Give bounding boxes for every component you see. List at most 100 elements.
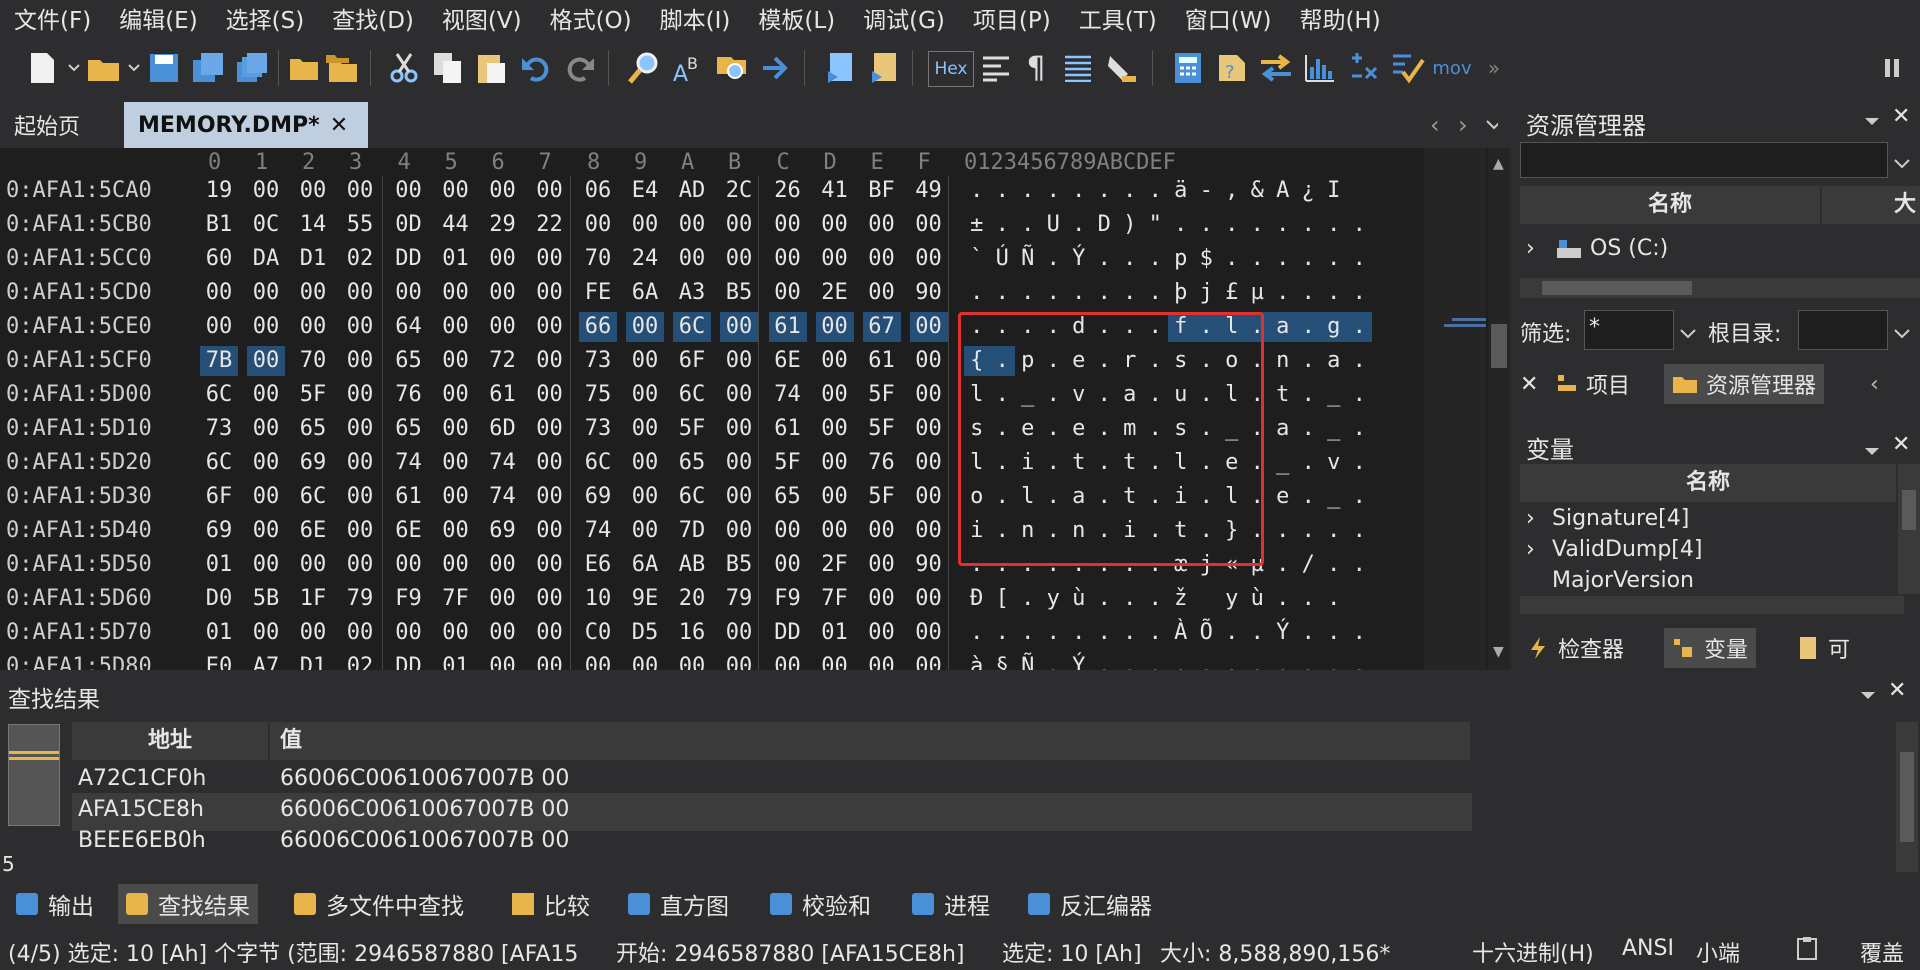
hex-byte[interactable]: 00 xyxy=(531,312,569,342)
hex-byte[interactable]: 00 xyxy=(341,448,379,478)
ascii-char[interactable]: . xyxy=(1270,584,1296,614)
root-dropdown-icon[interactable] xyxy=(1894,324,1910,343)
tool-tab[interactable]: 输出 xyxy=(8,884,102,924)
hex-byte[interactable]: 01 xyxy=(437,244,475,274)
ascii-char[interactable]: . xyxy=(1296,210,1322,240)
hex-byte[interactable]: 00 xyxy=(294,278,332,308)
hex-byte[interactable]: B5 xyxy=(720,550,758,580)
ascii-char[interactable]: . xyxy=(1347,278,1373,308)
hex-byte[interactable]: 00 xyxy=(910,414,948,444)
hex-byte[interactable]: 00 xyxy=(247,618,285,648)
ascii-char[interactable]: n xyxy=(1270,346,1296,376)
ascii-char[interactable]: . xyxy=(1066,210,1092,240)
ascii-char[interactable]: § xyxy=(990,652,1016,670)
hex-byte[interactable]: 00 xyxy=(531,652,569,670)
hex-byte[interactable]: 00 xyxy=(816,380,854,410)
hex-byte[interactable]: 00 xyxy=(437,448,475,478)
hex-byte[interactable]: 6C xyxy=(579,448,617,478)
copy-icon[interactable] xyxy=(428,48,468,88)
hex-byte[interactable]: 00 xyxy=(816,414,854,444)
ascii-char[interactable]: . xyxy=(1270,278,1296,308)
hex-byte[interactable]: 69 xyxy=(294,448,332,478)
hex-byte[interactable]: 6C xyxy=(673,312,711,342)
close-tab-icon[interactable]: ✕ xyxy=(330,113,348,138)
ascii-char[interactable]: - xyxy=(1194,176,1220,206)
hex-byte[interactable]: E6 xyxy=(579,550,617,580)
hex-byte[interactable]: 7D xyxy=(673,516,711,546)
hex-byte[interactable]: 76 xyxy=(390,380,428,410)
hex-byte[interactable]: 20 xyxy=(673,584,711,614)
hex-byte[interactable]: 24 xyxy=(626,244,664,274)
ascii-char[interactable]: . xyxy=(1321,244,1347,274)
ascii-char[interactable]: . xyxy=(1296,482,1322,512)
hex-byte[interactable]: 00 xyxy=(437,380,475,410)
hex-editor-view[interactable]: 0123456789ABCDEF 0123456789ABCDEF 0:AFA1… xyxy=(0,148,1510,670)
ascii-char[interactable]: . xyxy=(1015,210,1041,240)
hex-byte[interactable]: 00 xyxy=(816,652,854,670)
hex-byte[interactable]: 00 xyxy=(626,380,664,410)
hex-byte[interactable]: 06 xyxy=(579,176,617,206)
ascii-char[interactable]: a xyxy=(1321,346,1347,376)
hex-byte[interactable]: 69 xyxy=(200,516,238,546)
scroll-up-icon[interactable]: ▲ xyxy=(1493,156,1505,172)
ascii-char[interactable]: à xyxy=(964,652,990,670)
ascii-char[interactable]: . xyxy=(1219,652,1245,670)
hex-byte[interactable]: 01 xyxy=(816,618,854,648)
hex-byte[interactable]: 5F xyxy=(294,380,332,410)
hex-byte[interactable]: 00 xyxy=(626,346,664,376)
ascii-char[interactable]: µ xyxy=(1245,278,1271,308)
hex-byte[interactable]: 00 xyxy=(390,550,428,580)
hex-byte[interactable]: 00 xyxy=(247,346,285,376)
ascii-char[interactable]: ä xyxy=(1168,176,1194,206)
hex-byte[interactable]: 00 xyxy=(863,210,901,240)
tool-tab[interactable]: 直方图 xyxy=(620,884,737,924)
hex-byte[interactable]: 00 xyxy=(531,618,569,648)
ascii-char[interactable]: a xyxy=(1270,414,1296,444)
ascii-char[interactable]: t xyxy=(1270,380,1296,410)
ascii-char[interactable]: . xyxy=(1041,278,1067,308)
hex-byte[interactable]: 00 xyxy=(484,278,522,308)
ascii-char[interactable]: . xyxy=(1296,346,1322,376)
ascii-char[interactable]: . xyxy=(1296,584,1322,614)
hex-byte[interactable]: 00 xyxy=(720,414,758,444)
hex-byte[interactable]: 26 xyxy=(769,176,807,206)
hex-byte[interactable]: 02 xyxy=(341,652,379,670)
hex-byte[interactable]: 00 xyxy=(579,210,617,240)
hex-byte[interactable]: D5 xyxy=(626,618,664,648)
replace-icon[interactable]: AB xyxy=(668,48,708,88)
ascii-char[interactable]: . xyxy=(1296,414,1322,444)
undo-icon[interactable] xyxy=(516,48,556,88)
hex-byte[interactable]: 73 xyxy=(579,346,617,376)
ascii-char[interactable]: . xyxy=(1143,618,1169,648)
hex-byte[interactable]: 00 xyxy=(247,312,285,342)
ascii-char[interactable]: . xyxy=(1168,652,1194,670)
vertical-scrollbar[interactable]: ▲ ▼ xyxy=(1488,148,1510,670)
ascii-char[interactable]: / xyxy=(1296,550,1322,580)
hex-byte[interactable]: 00 xyxy=(720,516,758,546)
hex-byte[interactable]: 5F xyxy=(863,482,901,512)
ascii-char[interactable]: . xyxy=(1143,584,1169,614)
hex-byte[interactable]: 00 xyxy=(531,414,569,444)
ascii-char[interactable]: . xyxy=(1245,244,1271,274)
ascii-char[interactable]: $ xyxy=(1194,244,1220,274)
ascii-char[interactable]: . xyxy=(1041,618,1067,648)
ascii-char[interactable]: . xyxy=(1321,516,1347,546)
hex-byte[interactable]: 00 xyxy=(484,584,522,614)
hex-byte[interactable]: 00 xyxy=(531,516,569,546)
ascii-char[interactable]: . xyxy=(1245,652,1271,670)
ascii-char[interactable]: Ý xyxy=(1066,652,1092,670)
hex-byte[interactable]: A7 xyxy=(247,652,285,670)
hex-byte[interactable]: 10 xyxy=(579,584,617,614)
hex-byte[interactable]: 61 xyxy=(484,380,522,410)
ascii-char[interactable]: I xyxy=(1321,176,1347,206)
ascii-char[interactable]: . xyxy=(1015,176,1041,206)
ascii-char[interactable]: " xyxy=(1143,210,1169,240)
tab-variables[interactable]: 变量 xyxy=(1664,628,1757,668)
clipboard-icon[interactable] xyxy=(1796,936,1818,966)
ascii-char[interactable]: Õ xyxy=(1194,618,1220,648)
path-dropdown-icon[interactable] xyxy=(1894,154,1910,173)
hex-byte[interactable]: 6E xyxy=(390,516,428,546)
hex-byte[interactable]: 69 xyxy=(579,482,617,512)
hex-byte[interactable]: 00 xyxy=(579,652,617,670)
filter-dropdown-icon[interactable] xyxy=(1680,324,1696,343)
